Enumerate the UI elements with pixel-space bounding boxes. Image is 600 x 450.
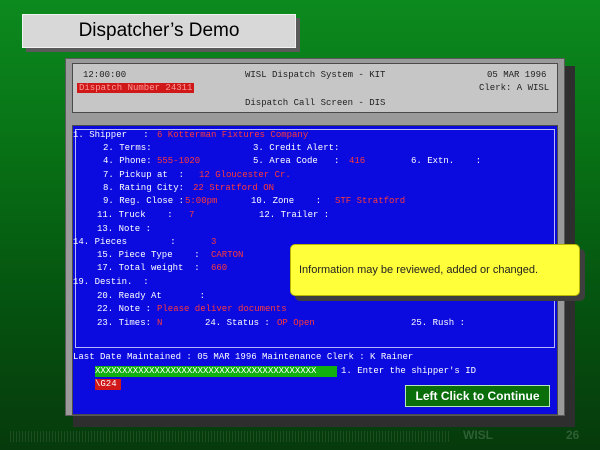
header-date: 05 MAR 1996: [487, 70, 547, 80]
rush-label: 25. Rush :: [411, 318, 466, 328]
pickup-field[interactable]: 12 Gloucester Cr.: [199, 170, 291, 181]
dispatch-number-badge: Dispatch Number 24311: [77, 83, 195, 93]
pieces-field[interactable]: 3: [211, 237, 216, 248]
terms-label: 2. Terms:: [103, 143, 152, 153]
shipper-field[interactable]: 6 Kotterman Fixtures Company: [157, 130, 308, 141]
truck-label: 11. Truck :: [97, 210, 173, 220]
footer-decoration: [10, 431, 450, 442]
input-echo: \G24: [95, 379, 121, 390]
header-time: 12:00:00: [83, 70, 127, 80]
note-22-field[interactable]: Please deliver documents: [157, 304, 287, 315]
header-system-title: WISL Dispatch System - KIT: [245, 70, 386, 80]
info-callout: Information may be reviewed, added or ch…: [290, 244, 580, 296]
area-code-label: 5. Area Code :: [253, 156, 340, 166]
pieces-label: 14. Pieces :: [73, 237, 176, 247]
instruction-text: 1. Enter the shipper's ID: [341, 366, 477, 376]
area-code-field[interactable]: 416: [349, 156, 365, 167]
times-label: 23. Times:: [97, 318, 152, 328]
zone-label: 10. Zone :: [251, 196, 322, 206]
header-clerk: Clerk: A WISL: [479, 83, 550, 93]
destin-label: 19. Destin. :: [73, 277, 149, 287]
phone-label: 4. Phone:: [103, 156, 152, 166]
maintenance-info: Last Date Maintained : 05 MAR 1996 Maint…: [73, 352, 414, 362]
header-screen-name: Dispatch Call Screen - DIS: [245, 98, 386, 108]
pickup-label: 7. Pickup at :: [103, 170, 185, 180]
status-field[interactable]: OP Open: [277, 318, 315, 329]
note-13-label: 13. Note :: [97, 224, 152, 234]
continue-button[interactable]: Left Click to Continue: [405, 385, 550, 407]
reg-close-label: 9. Reg. Close :: [103, 196, 185, 206]
piece-type-field[interactable]: CARTON: [211, 250, 243, 261]
zone-field[interactable]: STF Stratford: [335, 196, 405, 207]
slide-title: Dispatcher’s Demo: [22, 14, 296, 48]
terminal-header: 12:00:00 WISL Dispatch System - KIT 05 M…: [72, 63, 558, 113]
page-number: 26: [566, 428, 580, 442]
rating-city-field[interactable]: 22 Stratford ON: [193, 183, 274, 194]
footer-brand: WISL: [463, 428, 493, 442]
times-field[interactable]: N: [157, 318, 162, 329]
piece-type-label: 15. Piece Type :: [97, 250, 200, 260]
rating-city-label: 8. Rating City:: [103, 183, 185, 193]
status-label: 24. Status :: [205, 318, 270, 328]
shipper-id-input[interactable]: XXXXXXXXXXXXXXXXXXXXXXXXXXXXXXXXXXXXXXXX…: [95, 366, 337, 377]
shipper-label: 1. Shipper :: [73, 130, 149, 140]
total-weight-field[interactable]: 660: [211, 263, 227, 274]
extn-label: 6. Extn. :: [411, 156, 482, 166]
trailer-label: 12. Trailer :: [259, 210, 330, 220]
truck-field[interactable]: 7: [189, 210, 194, 221]
terminal-window: 12:00:00 WISL Dispatch System - KIT 05 M…: [65, 58, 565, 416]
total-weight-label: 17. Total weight :: [97, 263, 200, 273]
reg-close-field[interactable]: 5:00pm: [185, 196, 217, 207]
credit-alert-label: 3. Credit Alert:: [253, 143, 340, 153]
callout-text: Information may be reviewed, added or ch…: [299, 264, 539, 276]
phone-field[interactable]: 555-1020: [157, 156, 200, 167]
ready-at-label: 20. Ready At :: [97, 291, 206, 301]
note-22-label: 22. Note :: [97, 304, 152, 314]
